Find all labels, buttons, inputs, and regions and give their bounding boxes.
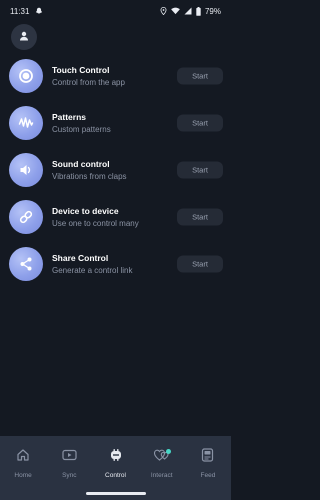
feature-item-share-control[interactable]: Share Control Generate a control link St… — [0, 240, 231, 287]
status-bar: 11:31 79% — [0, 0, 231, 22]
screen: 11:31 79% Touch Control Control from the… — [0, 0, 231, 500]
feed-icon — [201, 448, 214, 467]
feature-subtitle: Use one to control many — [52, 218, 139, 228]
start-sound-control-button[interactable]: Start — [177, 161, 223, 178]
feature-item-touch-control[interactable]: Touch Control Control from the app Start — [0, 52, 231, 99]
feature-subtitle: Vibrations from claps — [52, 171, 127, 181]
feature-title: Touch Control — [52, 64, 110, 75]
feature-title: Patterns — [52, 111, 87, 122]
feature-item-sound-control[interactable]: Sound control Vibrations from claps Star… — [0, 146, 231, 193]
feature-item-device-to-device[interactable]: Device to device Use one to control many… — [0, 193, 231, 240]
battery-percent: 79% — [204, 6, 221, 16]
nav-label: Home — [14, 472, 32, 479]
avatar[interactable] — [11, 24, 37, 50]
nav-item-sync[interactable]: Sync — [46, 436, 92, 500]
control-icon — [109, 448, 123, 467]
status-time: 11:31 — [10, 6, 30, 16]
start-device-to-device-button[interactable]: Start — [177, 208, 223, 225]
link-icon — [9, 199, 43, 234]
feature-subtitle: Custom patterns — [52, 124, 111, 134]
feature-list: Touch Control Control from the app Start… — [0, 52, 231, 287]
start-patterns-button[interactable]: Start — [177, 114, 223, 131]
nav-item-control[interactable]: Control — [92, 436, 138, 500]
wave-icon — [9, 105, 43, 140]
nav-label: Feed — [200, 472, 216, 479]
feature-subtitle: Generate a control link — [52, 265, 133, 275]
bottom-nav: Home Sync Control Interact Feed — [0, 436, 231, 500]
start-share-control-button[interactable]: Start — [177, 255, 223, 272]
feature-subtitle: Control from the app — [52, 77, 125, 87]
nav-label: Sync — [62, 472, 77, 479]
play-icon — [62, 448, 77, 467]
wifi-icon — [171, 7, 180, 15]
speaker-icon — [9, 152, 43, 187]
start-touch-control-button[interactable]: Start — [177, 67, 223, 84]
battery-icon — [196, 6, 201, 16]
notification-dot — [165, 449, 171, 454]
feature-title: Share Control — [52, 252, 109, 263]
feature-title: Sound control — [52, 158, 110, 169]
home-icon — [16, 448, 30, 467]
nav-item-interact[interactable]: Interact — [139, 436, 185, 500]
nav-label: Interact — [150, 472, 173, 479]
nav-item-feed[interactable]: Feed — [185, 436, 231, 500]
nav-label: Control — [105, 472, 126, 479]
home-indicator[interactable] — [86, 492, 146, 495]
touch-icon — [9, 58, 43, 93]
signal-icon — [184, 7, 192, 15]
snapchat-icon — [35, 7, 43, 15]
share-icon — [9, 246, 43, 281]
feature-title: Device to device — [52, 205, 119, 216]
nav-item-home[interactable]: Home — [0, 436, 46, 500]
user-icon — [19, 28, 29, 46]
location-icon — [160, 7, 167, 15]
feature-item-patterns[interactable]: Patterns Custom patterns Start — [0, 99, 231, 146]
